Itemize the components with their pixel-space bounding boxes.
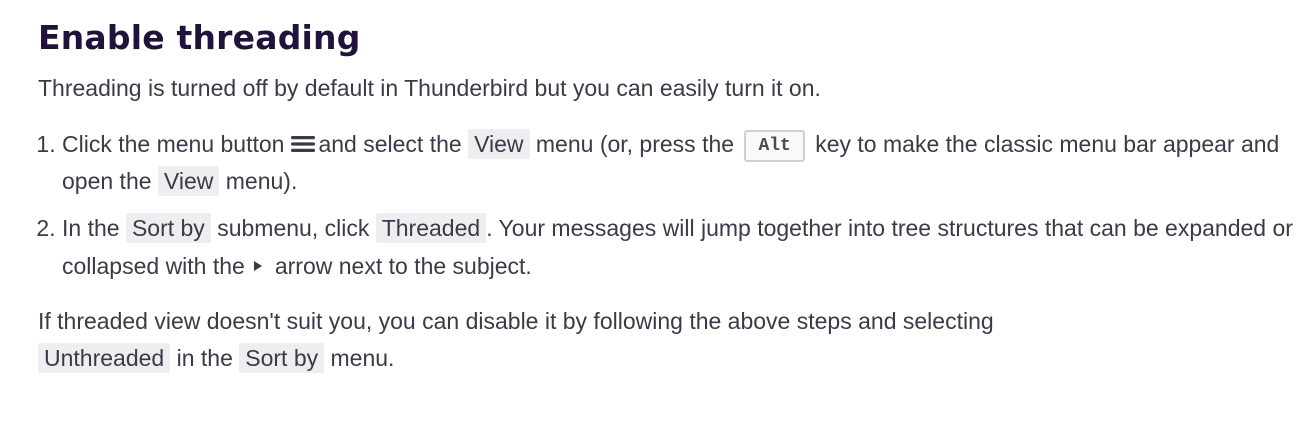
step-1-text-2: and select the — [318, 131, 462, 157]
view-menu-label-2: View — [157, 166, 220, 196]
outro-paragraph: If threaded view doesn't suit you, you c… — [38, 303, 1303, 377]
step-1-text-1: Click the menu button — [62, 131, 285, 157]
page-title: Enable threading — [38, 18, 361, 57]
unthreaded-option-label: Unthreaded — [38, 343, 171, 373]
intro-paragraph: Threading is turned off by default in Th… — [38, 75, 821, 101]
alt-key: Alt — [744, 130, 805, 162]
outro-text-1: If threaded view doesn't suit you, you c… — [38, 308, 994, 334]
sort-by-menu-label: Sort by — [125, 213, 211, 243]
sort-by-menu-label-2: Sort by — [239, 343, 325, 373]
steps-list: Click the menu button and select the View… — [38, 126, 1303, 285]
step-1: Click the menu button and select the View… — [62, 126, 1303, 200]
step-2-text-1: In the — [62, 215, 120, 241]
step-2-text-2: submenu, click — [217, 215, 370, 241]
hamburger-menu-icon — [290, 129, 316, 152]
expand-arrow-icon — [251, 247, 265, 271]
step-2: In the Sort by submenu, click Threaded. … — [62, 210, 1303, 285]
threaded-option-label: Threaded — [375, 213, 487, 243]
article: Enable threading Threading is turned off… — [38, 14, 1303, 377]
step-1-text-5: menu). — [225, 168, 298, 194]
outro-text-2: in the — [176, 345, 233, 371]
view-menu-label: View — [468, 129, 530, 159]
step-1-text-3: menu (or, press the — [535, 131, 735, 157]
step-2-text-4: arrow next to the subject. — [274, 253, 532, 279]
outro-text-3: menu. — [330, 345, 395, 371]
